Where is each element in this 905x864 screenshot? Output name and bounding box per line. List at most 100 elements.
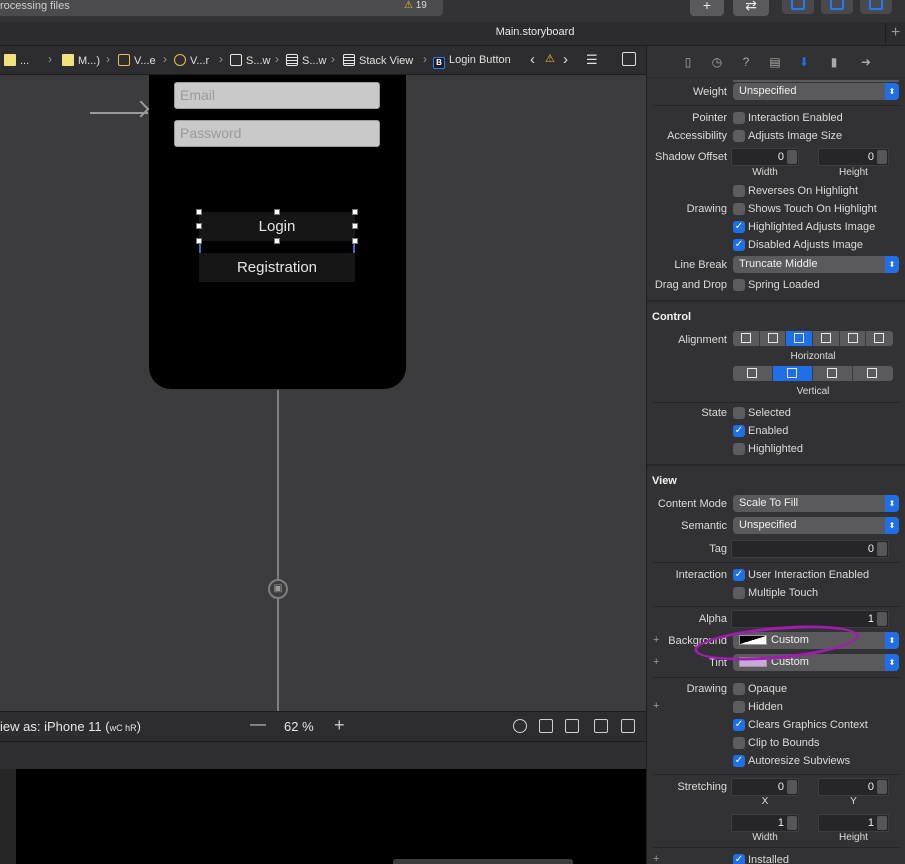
user-interaction-checkbox[interactable]: ✓ [733, 569, 745, 581]
stepper[interactable] [787, 816, 797, 830]
view-as-device-button[interactable]: iew as: iPhone 11 (wC hR) [0, 719, 141, 734]
debug-console[interactable] [0, 769, 646, 864]
resize-handle[interactable] [352, 209, 358, 215]
shadow-width-field[interactable]: 0 [731, 148, 799, 166]
update-frames-icon[interactable] [513, 719, 527, 733]
disabled-adjusts-checkbox[interactable]: ✓ [733, 239, 745, 251]
align-vfill-icon[interactable] [853, 366, 893, 381]
stretch-width-field[interactable]: 1 [731, 814, 799, 832]
resize-handle[interactable] [196, 238, 202, 244]
selected-checkbox[interactable] [733, 407, 745, 419]
hidden-checkbox[interactable] [733, 701, 745, 713]
resize-handle[interactable] [274, 238, 280, 244]
resolve-issues-icon[interactable] [621, 719, 635, 733]
semantic-popup[interactable]: Unspecified ⬍ [733, 517, 899, 534]
library-button[interactable]: + [690, 0, 724, 16]
attributes-inspector-icon[interactable]: ⬇ [797, 55, 811, 69]
next-issue-button[interactable]: › [563, 51, 568, 68]
toggle-debug-button[interactable] [821, 0, 853, 14]
align-top-icon[interactable] [733, 366, 773, 381]
add-constraints-icon[interactable] [594, 719, 608, 733]
embed-in-stack-icon[interactable] [539, 719, 553, 733]
code-review-button[interactable]: ⇄ [733, 0, 769, 16]
resize-handle[interactable] [274, 209, 280, 215]
horizontal-alignment-control[interactable] [733, 331, 893, 346]
stepper[interactable] [877, 542, 887, 556]
registration-button[interactable]: Registration [199, 253, 355, 282]
connections-inspector-icon[interactable]: ➜ [859, 55, 873, 69]
align-icon[interactable] [565, 719, 579, 733]
stepper[interactable] [787, 150, 797, 164]
installed-checkbox[interactable]: ✓ [733, 854, 745, 864]
stepper[interactable] [877, 816, 887, 830]
tab-main-storyboard[interactable]: Main.storyboard [420, 26, 650, 38]
align-middle-icon[interactable] [773, 366, 813, 381]
breadcrumb-item[interactable]: M...) [62, 54, 100, 67]
weight-popup[interactable]: Unspecified ⬍ [733, 83, 899, 100]
line-break-popup[interactable]: Truncate Middle ⬍ [733, 256, 899, 273]
breadcrumb-item[interactable]: S...w [230, 54, 270, 67]
segue-line[interactable] [277, 390, 279, 711]
resize-handle[interactable] [352, 223, 358, 229]
align-bottom-icon[interactable] [813, 366, 853, 381]
storyboard-canvas[interactable]: Email Password Login Registration ▣ [0, 75, 646, 711]
breadcrumb-item[interactable]: S...w [286, 54, 326, 67]
help-inspector-icon[interactable]: ? [739, 55, 753, 69]
breadcrumb-item[interactable]: Stack View [343, 54, 413, 67]
multiple-touch-checkbox[interactable] [733, 587, 745, 599]
align-fill-icon[interactable] [866, 331, 893, 346]
align-right-icon[interactable] [813, 331, 840, 346]
clears-context-checkbox[interactable]: ✓ [733, 719, 745, 731]
opaque-checkbox[interactable] [733, 683, 745, 695]
size-inspector-icon[interactable]: ▮ [827, 55, 841, 69]
variables-view[interactable] [0, 769, 16, 864]
align-center-icon[interactable] [786, 331, 814, 346]
enabled-checkbox[interactable]: ✓ [733, 425, 745, 437]
content-mode-popup[interactable]: Scale To Fill ⬍ [733, 495, 899, 512]
stepper[interactable] [787, 780, 797, 794]
zoom-in-button[interactable]: + [334, 715, 345, 736]
highlighted-adjusts-checkbox[interactable]: ✓ [733, 221, 745, 233]
new-tab-button[interactable]: + [885, 23, 905, 45]
resize-handle[interactable] [196, 223, 202, 229]
console-filter-input[interactable] [393, 859, 573, 864]
zoom-out-button[interactable]: — [250, 716, 266, 734]
stretch-height-field[interactable]: 1 [818, 814, 889, 832]
adjusts-image-size-checkbox[interactable] [733, 130, 745, 142]
align-trailing-icon[interactable] [840, 331, 867, 346]
tag-field[interactable]: 0 [731, 540, 889, 558]
pointer-interaction-checkbox[interactable] [733, 112, 745, 124]
shadow-height-field[interactable]: 0 [818, 148, 889, 166]
spring-loaded-checkbox[interactable] [733, 279, 745, 291]
stretch-y-field[interactable]: 0 [818, 778, 889, 796]
login-button[interactable]: Login [199, 212, 355, 241]
identity-inspector-icon[interactable]: ▤ [768, 55, 782, 69]
autoresize-checkbox[interactable]: ✓ [733, 755, 745, 767]
toggle-navigator-button[interactable] [782, 0, 814, 14]
add-variation-icon[interactable]: + [653, 700, 659, 712]
reverses-on-highlight-checkbox[interactable] [733, 185, 745, 197]
resize-handle[interactable] [196, 209, 202, 215]
password-field[interactable]: Password [174, 120, 380, 147]
warning-icon[interactable]: ⚠ [545, 52, 555, 65]
clip-bounds-checkbox[interactable] [733, 737, 745, 749]
stretch-x-field[interactable]: 0 [731, 778, 799, 796]
align-left-icon[interactable] [733, 331, 760, 346]
stepper[interactable] [877, 612, 887, 626]
stepper[interactable] [877, 150, 887, 164]
add-variation-icon[interactable]: + [653, 853, 659, 864]
breadcrumb-item-login-button[interactable]: B Login Button [433, 54, 511, 69]
breadcrumb-item[interactable]: V...r [174, 54, 209, 67]
add-editor-icon[interactable] [622, 52, 636, 66]
history-inspector-icon[interactable]: ◷ [710, 55, 724, 69]
breadcrumb-item[interactable]: V...e [118, 54, 156, 67]
email-field[interactable]: Email [174, 82, 380, 109]
highlighted-checkbox[interactable] [733, 443, 745, 455]
editor-options-icon[interactable]: ☰ [586, 52, 598, 68]
file-inspector-icon[interactable]: ▯ [681, 55, 695, 69]
stepper[interactable] [877, 780, 887, 794]
resize-handle[interactable] [352, 238, 358, 244]
segue-icon[interactable]: ▣ [268, 579, 288, 599]
toggle-inspector-button[interactable] [860, 0, 892, 14]
vertical-alignment-control[interactable] [733, 366, 893, 381]
